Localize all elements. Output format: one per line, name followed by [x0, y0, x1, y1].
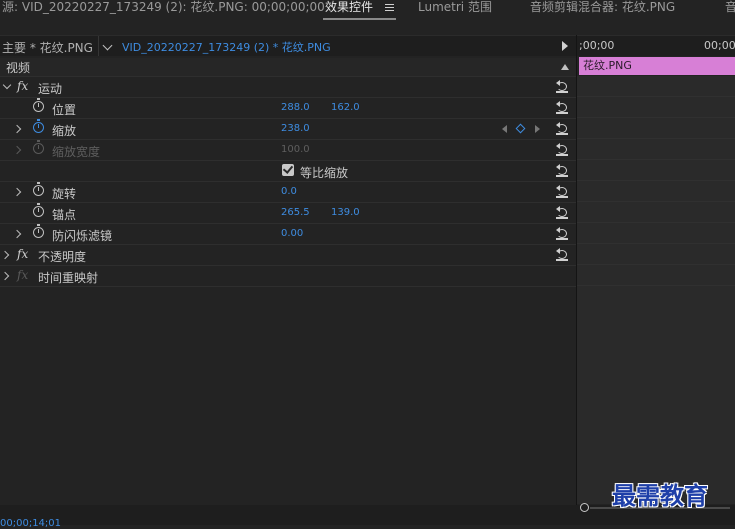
collapse-up-icon[interactable] [561, 64, 569, 70]
divider [577, 117, 735, 118]
expand-toggle-icon[interactable] [2, 80, 12, 90]
divider [577, 96, 735, 97]
timeline-clip[interactable]: 花纹.PNG [579, 57, 735, 75]
anti-flicker-value[interactable]: 0.00 [281, 228, 303, 239]
tab-lumetri-scopes[interactable]: Lumetri 范围 [418, 0, 492, 18]
divider [577, 285, 735, 286]
divider [577, 264, 735, 265]
reset-icon[interactable] [556, 122, 568, 135]
position-y-value[interactable]: 162.0 [331, 102, 360, 113]
ruler-start-timecode: ;00;00 [579, 39, 615, 52]
scale-value[interactable]: 238.0 [281, 123, 310, 134]
tab-source[interactable]: 源: VID_20220227_173249 (2): 花纹.PNG: 00;0… [2, 0, 325, 18]
stopwatch-icon[interactable] [33, 224, 44, 238]
divider [577, 201, 735, 202]
scale-width-value: 100.0 [281, 144, 310, 155]
divider [98, 36, 99, 56]
expand-toggle-icon[interactable] [12, 124, 22, 134]
property-label: 锚点 [52, 208, 77, 222]
property-label: 缩放宽度 [52, 145, 101, 159]
current-timecode[interactable]: 00;00;14;01 [0, 518, 61, 529]
reset-icon[interactable] [556, 206, 568, 219]
anchor-y-value[interactable]: 139.0 [331, 207, 360, 218]
divider [577, 180, 735, 181]
play-icon[interactable] [562, 41, 568, 51]
divider [577, 159, 735, 160]
fx-toggle-icon[interactable]: fx [17, 247, 28, 261]
property-row-rotation: 旋转 0.0 [0, 182, 576, 203]
sequence-clip-label[interactable]: VID_20220227_173249 (2) * 花纹.PNG [122, 39, 331, 55]
panel-tab-bar: 源: VID_20220227_173249 (2): 花纹.PNG: 00;0… [0, 0, 735, 20]
tab-overflow[interactable]: 音 [725, 0, 735, 18]
video-section-header: 视频 [0, 58, 576, 77]
tab-effect-controls[interactable]: 效果控件 [325, 0, 373, 18]
property-row-position: 位置 288.0 162.0 [0, 98, 576, 119]
reset-icon[interactable] [556, 143, 568, 156]
stopwatch-icon[interactable] [33, 182, 44, 196]
expand-toggle-icon[interactable] [0, 250, 10, 260]
uniform-scale-checkbox[interactable] [282, 164, 294, 176]
add-keyframe-icon[interactable] [515, 123, 526, 134]
property-row-uniform-scale: 等比缩放 [0, 161, 576, 182]
effect-row-opacity[interactable]: fx 不透明度 [0, 245, 576, 266]
expand-toggle-icon[interactable] [12, 229, 22, 239]
stopwatch-icon[interactable] [33, 203, 44, 217]
property-label: 位置 [52, 103, 77, 117]
next-keyframe-icon[interactable] [535, 125, 540, 133]
watermark-logo: 最需教育 [612, 481, 708, 510]
property-label: 旋转 [52, 187, 77, 201]
reset-icon[interactable] [556, 227, 568, 240]
effect-label: 时间重映射 [38, 271, 99, 285]
property-row-anti-flicker: 防闪烁滤镜 0.00 [0, 224, 576, 245]
reset-icon[interactable] [556, 101, 568, 114]
property-label: 防闪烁滤镜 [52, 229, 113, 243]
chevron-down-icon[interactable] [102, 40, 113, 51]
timeline-ruler[interactable]: ;00;00 00;00 [577, 35, 735, 56]
sequence-selector-bar: 主要 * 花纹.PNG VID_20220227_173249 (2) * 花纹… [0, 35, 576, 56]
reset-icon[interactable] [556, 164, 568, 177]
master-clip-label[interactable]: 主要 * 花纹.PNG [2, 39, 93, 56]
rotation-value[interactable]: 0.0 [281, 186, 297, 197]
property-row-scale: 缩放 238.0 [0, 119, 576, 140]
expand-toggle-icon [12, 145, 22, 155]
reset-icon[interactable] [556, 248, 568, 261]
effect-label: 不透明度 [38, 250, 87, 264]
fx-toggle-icon: fx [17, 268, 29, 282]
effect-label: 运动 [38, 82, 63, 96]
anchor-x-value[interactable]: 265.5 [281, 207, 310, 218]
timeline-track-area[interactable] [577, 76, 735, 504]
divider [577, 243, 735, 244]
section-label: 视频 [6, 61, 31, 75]
property-label: 缩放 [52, 124, 77, 138]
position-x-value[interactable]: 288.0 [281, 102, 310, 113]
reset-icon[interactable] [556, 80, 568, 93]
divider [577, 222, 735, 223]
ruler-end-timecode: 00;00 [704, 39, 735, 52]
zoom-scroll-handle[interactable] [580, 503, 589, 512]
effect-row-time-remapping[interactable]: fx 时间重映射 [0, 266, 576, 287]
stopwatch-icon [33, 140, 44, 154]
property-row-scale-width: 缩放宽度 100.0 [0, 140, 576, 161]
expand-toggle-icon[interactable] [0, 271, 10, 281]
property-label: 等比缩放 [300, 166, 349, 180]
reset-icon[interactable] [556, 185, 568, 198]
previous-keyframe-icon[interactable] [502, 125, 507, 133]
panel-divider[interactable] [576, 35, 577, 505]
active-tab-indicator [323, 18, 396, 20]
expand-toggle-icon[interactable] [12, 187, 22, 197]
tab-audio-clip-mixer[interactable]: 音频剪辑混合器: 花纹.PNG [530, 0, 675, 18]
fx-toggle-icon[interactable]: fx [17, 79, 28, 93]
stopwatch-icon[interactable] [33, 98, 44, 112]
panel-menu-icon[interactable] [385, 4, 394, 12]
effect-row-motion[interactable]: fx 运动 [0, 77, 576, 98]
divider [577, 138, 735, 139]
stopwatch-active-icon[interactable] [33, 119, 44, 133]
property-row-anchor-point: 锚点 265.5 139.0 [0, 203, 576, 224]
